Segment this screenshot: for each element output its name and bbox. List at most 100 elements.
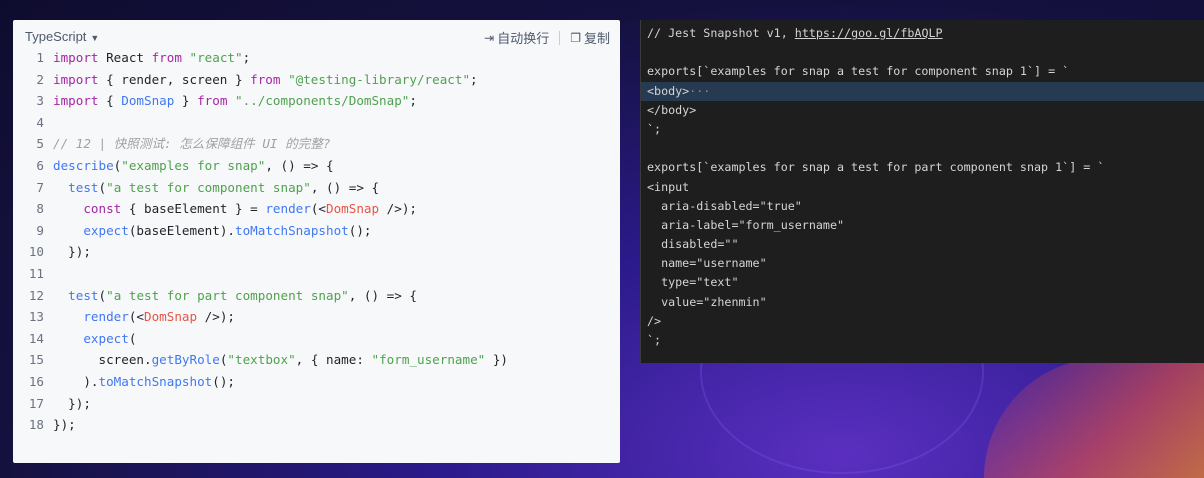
code-token: }); [53,244,91,260]
code-text: expect(baseElement).toMatchSnapshot(); [53,220,371,242]
code-token: import [53,71,107,87]
copy-label: 复制 [583,31,610,46]
code-token: (< [310,201,326,217]
code-text: }); [53,393,91,415]
code-token: DomSnap [326,201,380,217]
snapshot-doc-link[interactable]: https://goo.gl/fbAQLP [795,26,943,40]
snapshot-line: /> [647,312,1204,331]
code-token: }) [485,352,508,368]
line-number: 16 [28,373,44,389]
snapshot-line: `; [647,120,1204,139]
code-token: const [83,201,129,217]
code-token: { [106,93,122,109]
copy-button[interactable]: ❐ 复制 [570,28,610,47]
code-token: (); [348,222,372,238]
background-accent [984,358,1204,478]
code-block: TypeScript ▼ ⇥ 自动换行 ❐ 复制 1 import React fr… [13,20,620,463]
code-token: ; [242,50,251,65]
code-text: import { DomSnap } from "../components/D… [53,90,417,112]
code-token: toMatchSnapshot [235,222,349,238]
code-line: 6 describe("examples for snap", () => { [13,155,620,177]
code-token: "react" [189,50,243,65]
code-token: expect [83,222,129,238]
snapshot-text: <body> [647,83,690,98]
snapshot-line: exports[`examples for snap a test for co… [647,62,1204,81]
code-block-actions: ⇥ 自动换行 ❐ 复制 [484,28,610,47]
snapshot-line: aria-label="form_username" [647,216,1204,235]
code-line: 14 expect( [13,328,620,350]
line-number: 11 [28,265,44,281]
line-number: 14 [28,330,44,346]
snapshot-text: aria-label="form_username" [647,217,845,232]
snapshot-line: exports[`examples for snap a test for pa… [647,158,1204,177]
code-line: 15 screen.getByRole("textbox", { name: "… [13,349,620,371]
code-token: />); [197,309,236,325]
line-number: 15 [28,352,44,368]
line-number: 10 [28,244,44,260]
code-token: ; [409,93,417,109]
snapshot-line: name="username" [647,254,1204,273]
snapshot-terminal: // Jest Snapshot v1, https://goo.gl/fbAQ… [640,20,1204,363]
wrap-button[interactable]: ⇥ 自动换行 [484,28,549,47]
code-line: 1 import React from "react"; [13,47,620,69]
snapshot-text: exports[`examples for snap a test for pa… [647,160,1105,175]
code-token: , { name: [295,352,372,368]
code-text: test("a test for part component snap", (… [53,285,417,307]
code-token: render [83,309,129,325]
code-line: 4 [13,112,620,134]
wrap-label: 自动换行 [497,31,550,46]
code-token: { baseElement } = [128,201,266,217]
code-token: "a test for part component snap" [106,287,349,303]
snapshot-text: disabled="" [647,237,739,252]
code-text: screen.getByRole("textbox", { name: "for… [53,349,508,371]
code-token: "@testing-library/react" [288,71,471,87]
snapshot-text: aria-disabled="true" [647,198,802,213]
code-token: />); [379,201,417,217]
code-token: ; [470,71,478,87]
snapshot-text: <input [647,179,690,194]
code-token: (< [128,309,145,325]
code-text: }); [53,414,76,436]
code-token: (); [212,373,235,389]
fold-ellipsis[interactable]: ··· [689,84,710,98]
code-token: from [250,71,289,87]
line-number: 8 [36,201,44,217]
code-token: toMatchSnapshot [98,373,213,389]
caret-down-icon: ▼ [90,33,100,43]
line-number: 2 [36,71,44,87]
snapshot-line: <input [647,178,1204,197]
code-token: expect [83,330,129,346]
code-line: 3 import { DomSnap } from "../components/… [13,90,620,112]
line-number: 1 [36,50,44,65]
snapshot-text: value="zhenmin" [647,294,767,309]
line-number: 4 [36,114,44,130]
snapshot-text: // Jest Snapshot v1, [647,26,795,40]
code-token: , () => { [348,287,417,303]
code-token: getByRole [151,352,220,368]
code-token: test [68,287,99,303]
code-token: ( [98,179,107,195]
code-line: 9 expect(baseElement).toMatchSnapshot(); [13,220,620,242]
code-token: , () => { [310,179,380,195]
code-token: import [53,50,107,65]
language-selector[interactable]: TypeScript ▼ [25,29,99,44]
line-number: 12 [28,287,44,303]
code-text: test("a test for component snap", () => … [53,177,379,199]
code-token: { render, screen } [106,71,251,87]
snapshot-text: `; [647,333,662,347]
code-line: 11 [13,263,620,285]
code-text: render(<DomSnap />); [53,306,235,328]
line-number: 18 [28,417,44,433]
code-token: React [106,50,152,65]
line-number: 6 [36,157,44,173]
snapshot-line [647,43,1204,62]
language-label: TypeScript [25,29,87,44]
code-token: import [53,93,107,109]
code-line: 5 // 12 | 快照测试: 怎么保障组件 UI 的完整? [13,133,620,155]
code-token: "form_username" [371,352,486,368]
code-line: 12 test("a test for part component snap"… [13,285,620,307]
